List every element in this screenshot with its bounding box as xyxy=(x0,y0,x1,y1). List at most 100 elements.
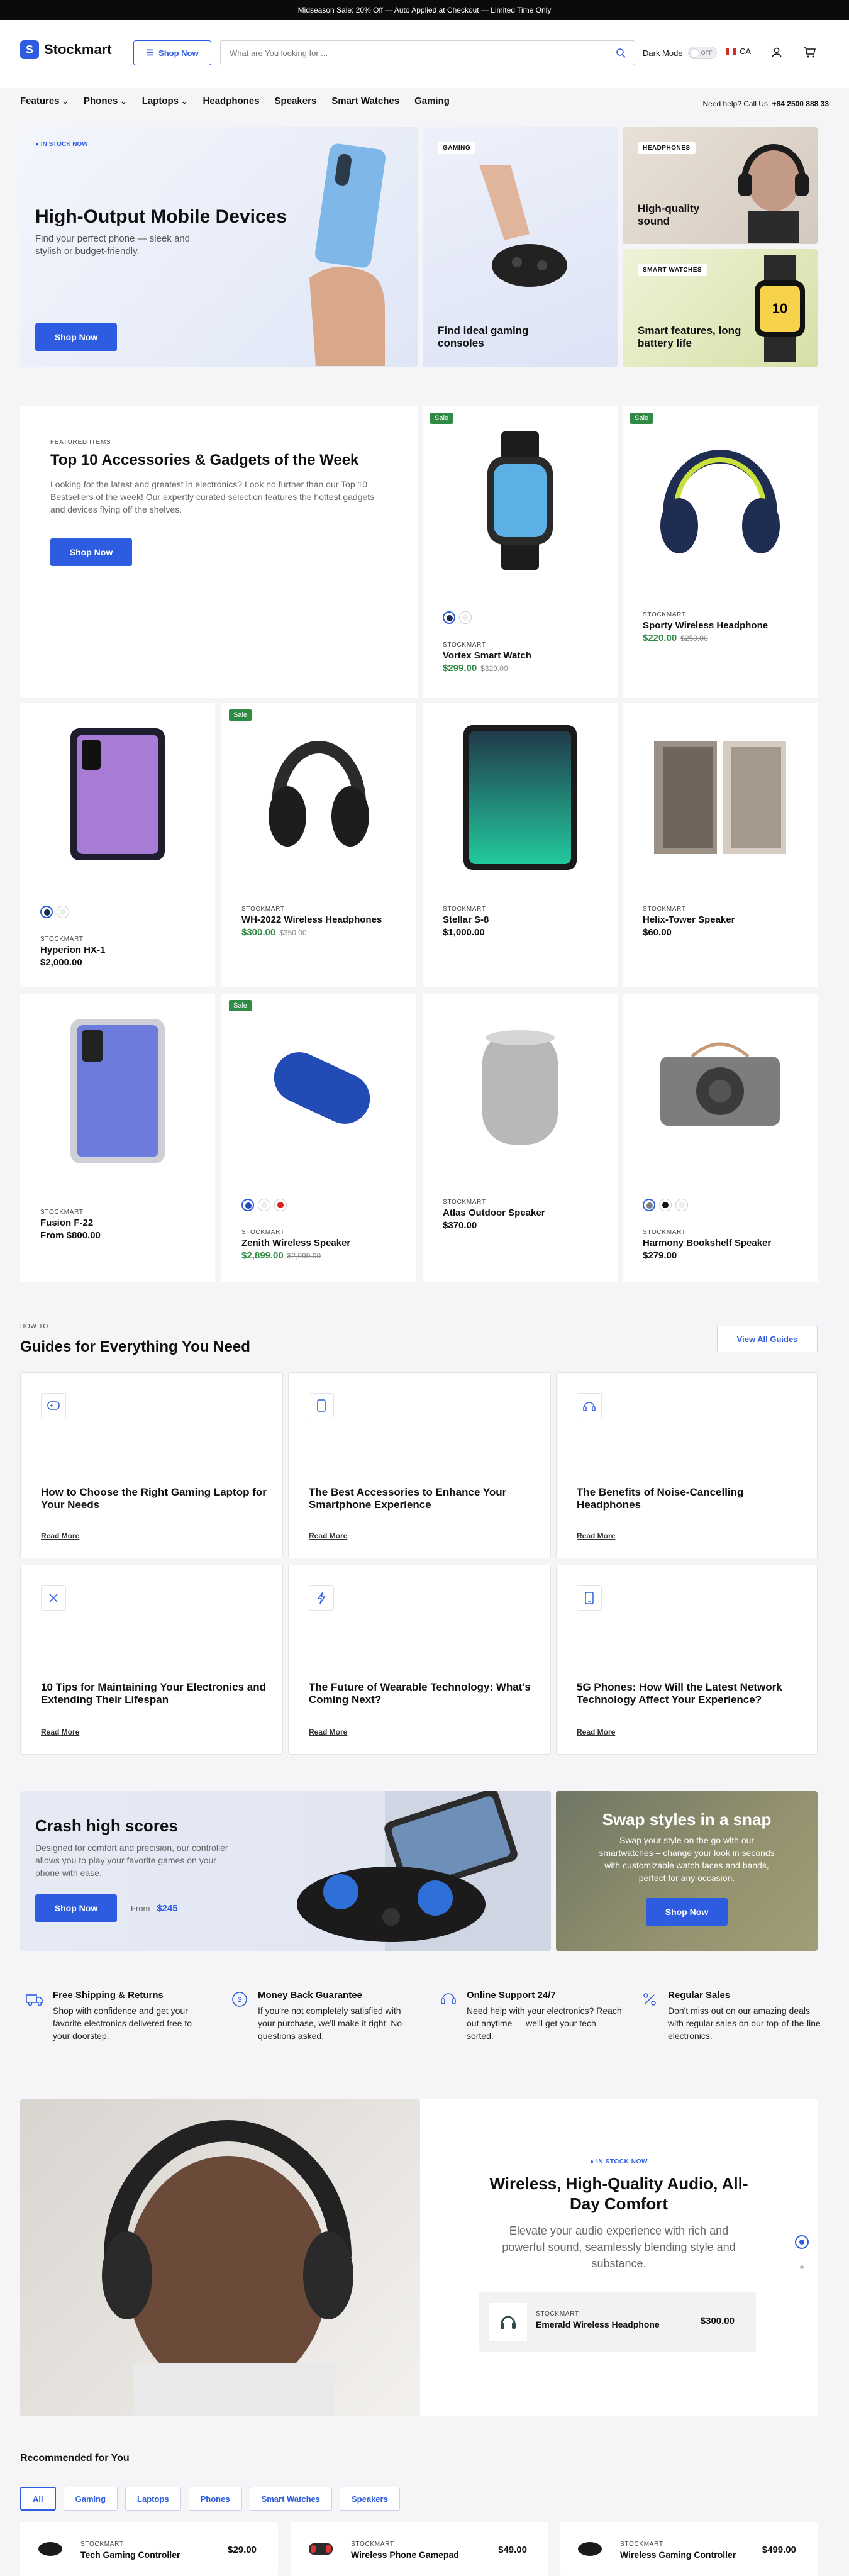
search-input[interactable] xyxy=(230,48,616,58)
rec-name[interactable]: Wireless Gaming Controller xyxy=(620,2550,736,2560)
cart-icon[interactable] xyxy=(802,45,816,59)
old-price: $2,999.00 xyxy=(287,1252,321,1260)
product-card[interactable]: STOCKMART Harmony Bookshelf Speaker $279… xyxy=(623,994,818,1282)
price-value: $2,899.00 xyxy=(241,1250,284,1261)
nav-label: Phones xyxy=(84,96,118,106)
swatch-grey[interactable] xyxy=(643,1199,655,1211)
nav-label: Features xyxy=(20,96,60,106)
swatch-light[interactable] xyxy=(57,906,69,918)
promo-gaming-banner[interactable]: Crash high scores Designed for comfort a… xyxy=(20,1791,551,1951)
nav-item-features[interactable]: Features ⌄ xyxy=(20,96,69,106)
product-card[interactable]: Sale STOCKMART Sporty Wireless Headphone… xyxy=(623,406,818,698)
guide-card[interactable]: The Benefits of Noise-Cancelling Headpho… xyxy=(556,1372,818,1558)
swatch-black[interactable] xyxy=(659,1199,672,1211)
product-card[interactable]: STOCKMART Helix-Tower Speaker $60.00 xyxy=(623,703,818,987)
from-label: From xyxy=(131,1904,150,1913)
featured-shop-now-button[interactable]: Shop Now xyxy=(50,538,132,566)
hero-shop-now-button[interactable]: Shop Now xyxy=(35,323,117,351)
tab-gaming[interactable]: Gaming xyxy=(63,2487,118,2511)
product-name[interactable]: Atlas Outdoor Speaker xyxy=(443,1208,545,1218)
tab-phones[interactable]: Phones xyxy=(188,2487,242,2511)
country-selector[interactable]: CA xyxy=(726,47,751,56)
product-name[interactable]: Helix-Tower Speaker xyxy=(643,914,735,925)
shop-now-button[interactable]: ☰ Shop Now xyxy=(133,40,211,65)
controller-hand-image xyxy=(479,165,567,287)
audio-product-name[interactable]: Emerald Wireless Headphone xyxy=(536,2319,660,2329)
swatch-light[interactable] xyxy=(258,1199,270,1211)
tab-speakers[interactable]: Speakers xyxy=(340,2487,400,2511)
read-more-link[interactable]: Read More xyxy=(577,1728,615,1736)
headphones-icon xyxy=(577,1393,602,1418)
nav-item-gaming[interactable]: Gaming xyxy=(414,96,450,106)
nav-item-smart-watches[interactable]: Smart Watches xyxy=(331,96,399,106)
read-more-link[interactable]: Read More xyxy=(577,1531,615,1540)
product-card[interactable]: STOCKMART Fusion F-22 From $800.00 xyxy=(20,994,215,1282)
recommended-item[interactable]: STOCKMART Wireless Gaming Controller $499… xyxy=(560,2522,818,2576)
search-icon[interactable] xyxy=(616,48,626,58)
product-name[interactable]: Fusion F-22 xyxy=(40,1218,101,1228)
promo-left-shop-now-button[interactable]: Shop Now xyxy=(35,1894,117,1922)
rec-name[interactable]: Wireless Phone Gamepad xyxy=(351,2550,459,2560)
tab-laptops[interactable]: Laptops xyxy=(125,2487,181,2511)
promo-right-shop-now-button[interactable]: Shop Now xyxy=(646,1898,728,1926)
product-card[interactable]: Sale STOCKMART Zenith Wireless Speaker $… xyxy=(221,994,416,1282)
product-card[interactable]: STOCKMART Atlas Outdoor Speaker $370.00 xyxy=(423,994,618,1282)
announcement-bar: Midseason Sale: 20% Off — Auto Applied a… xyxy=(0,0,849,20)
nav-item-laptops[interactable]: Laptops ⌄ xyxy=(142,96,188,106)
tab-smart-watches[interactable]: Smart Watches xyxy=(249,2487,332,2511)
guide-card[interactable]: 10 Tips for Maintaining Your Electronics… xyxy=(20,1565,283,1755)
swatch-blue[interactable] xyxy=(241,1199,254,1211)
product-card[interactable]: Sale STOCKMART WH-2022 Wireless Headphon… xyxy=(221,703,416,987)
tab-label: Phones xyxy=(200,2494,230,2504)
tab-all[interactable]: All xyxy=(20,2487,56,2511)
guide-card[interactable]: The Best Accessories to Enhance Your Sma… xyxy=(288,1372,551,1558)
product-name[interactable]: Zenith Wireless Speaker xyxy=(241,1238,350,1248)
recommended-item[interactable]: STOCKMART Tech Gaming Controller $29.00 xyxy=(20,2522,278,2576)
guide-card[interactable]: The Future of Wearable Technology: What'… xyxy=(288,1565,551,1755)
hero-gaming-panel[interactable]: GAMING Find ideal gaming consoles xyxy=(423,127,618,367)
slider-dot[interactable] xyxy=(800,2265,804,2269)
product-brand: STOCKMART xyxy=(443,1199,486,1206)
swatch-navy[interactable] xyxy=(40,906,53,918)
nav-item-speakers[interactable]: Speakers xyxy=(275,96,317,106)
product-card[interactable]: Sale STOCKMART Vortex Smart Watch $299.0… xyxy=(423,406,618,698)
guide-card[interactable]: How to Choose the Right Gaming Laptop fo… xyxy=(20,1372,283,1558)
swatch-white[interactable] xyxy=(675,1199,688,1211)
product-name[interactable]: Sporty Wireless Headphone xyxy=(643,620,768,631)
product-name[interactable]: Stellar S-8 xyxy=(443,914,489,925)
feature-text: Need help with your electronics? Reach o… xyxy=(467,2006,622,2041)
feature-free-shipping: Free Shipping & Returns Shop with confid… xyxy=(20,1990,209,2042)
swatch-light[interactable] xyxy=(459,611,472,624)
slider-dot-active[interactable] xyxy=(795,2235,809,2249)
swatch-red[interactable] xyxy=(274,1199,287,1211)
product-name[interactable]: Hyperion HX-1 xyxy=(40,945,105,955)
hero-main-panel[interactable]: ● IN STOCK NOW High-Output Mobile Device… xyxy=(20,127,418,367)
user-icon[interactable] xyxy=(770,45,784,59)
read-more-link[interactable]: Read More xyxy=(309,1728,347,1736)
nav-item-phones[interactable]: Phones ⌄ xyxy=(84,96,127,106)
product-name[interactable]: WH-2022 Wireless Headphones xyxy=(241,914,382,925)
headphones-icon xyxy=(489,2303,527,2341)
rec-name[interactable]: Tech Gaming Controller xyxy=(80,2550,180,2560)
hero-watches-panel[interactable]: SMART WATCHES Smart features, long batte… xyxy=(623,249,818,367)
audio-product-box[interactable]: STOCKMART Emerald Wireless Headphone $30… xyxy=(479,2292,756,2352)
read-more-link[interactable]: Read More xyxy=(41,1728,79,1736)
read-more-link[interactable]: Read More xyxy=(309,1531,347,1540)
product-name[interactable]: Harmony Bookshelf Speaker xyxy=(643,1238,771,1248)
hero-headphones-panel[interactable]: HEADPHONES High-quality sound xyxy=(623,127,818,244)
recommended-item[interactable]: STOCKMART Wireless Phone Gamepad $49.00 xyxy=(291,2522,548,2576)
logo[interactable]: S Stockmart xyxy=(20,40,112,59)
product-name[interactable]: Vortex Smart Watch xyxy=(443,650,531,661)
swatch-dark[interactable] xyxy=(443,611,455,624)
chevron-down-icon: ⌄ xyxy=(62,97,69,106)
tools-icon xyxy=(41,1585,66,1611)
product-card[interactable]: STOCKMART Stellar S-8 $1,000.00 xyxy=(423,703,618,987)
guide-card[interactable]: 5G Phones: How Will the Latest Network T… xyxy=(556,1565,818,1755)
view-all-guides-button[interactable]: View All Guides xyxy=(717,1326,818,1352)
dark-mode-toggle[interactable]: OFF xyxy=(687,47,717,59)
promo-watch-banner[interactable]: Swap styles in a snap Swap your style on… xyxy=(556,1791,818,1951)
nav-item-headphones[interactable]: Headphones xyxy=(203,96,260,106)
read-more-link[interactable]: Read More xyxy=(41,1531,79,1540)
help-phone[interactable]: +84 2500 888 33 xyxy=(772,99,829,108)
product-card[interactable]: STOCKMART Hyperion HX-1 $2,000.00 xyxy=(20,703,215,987)
